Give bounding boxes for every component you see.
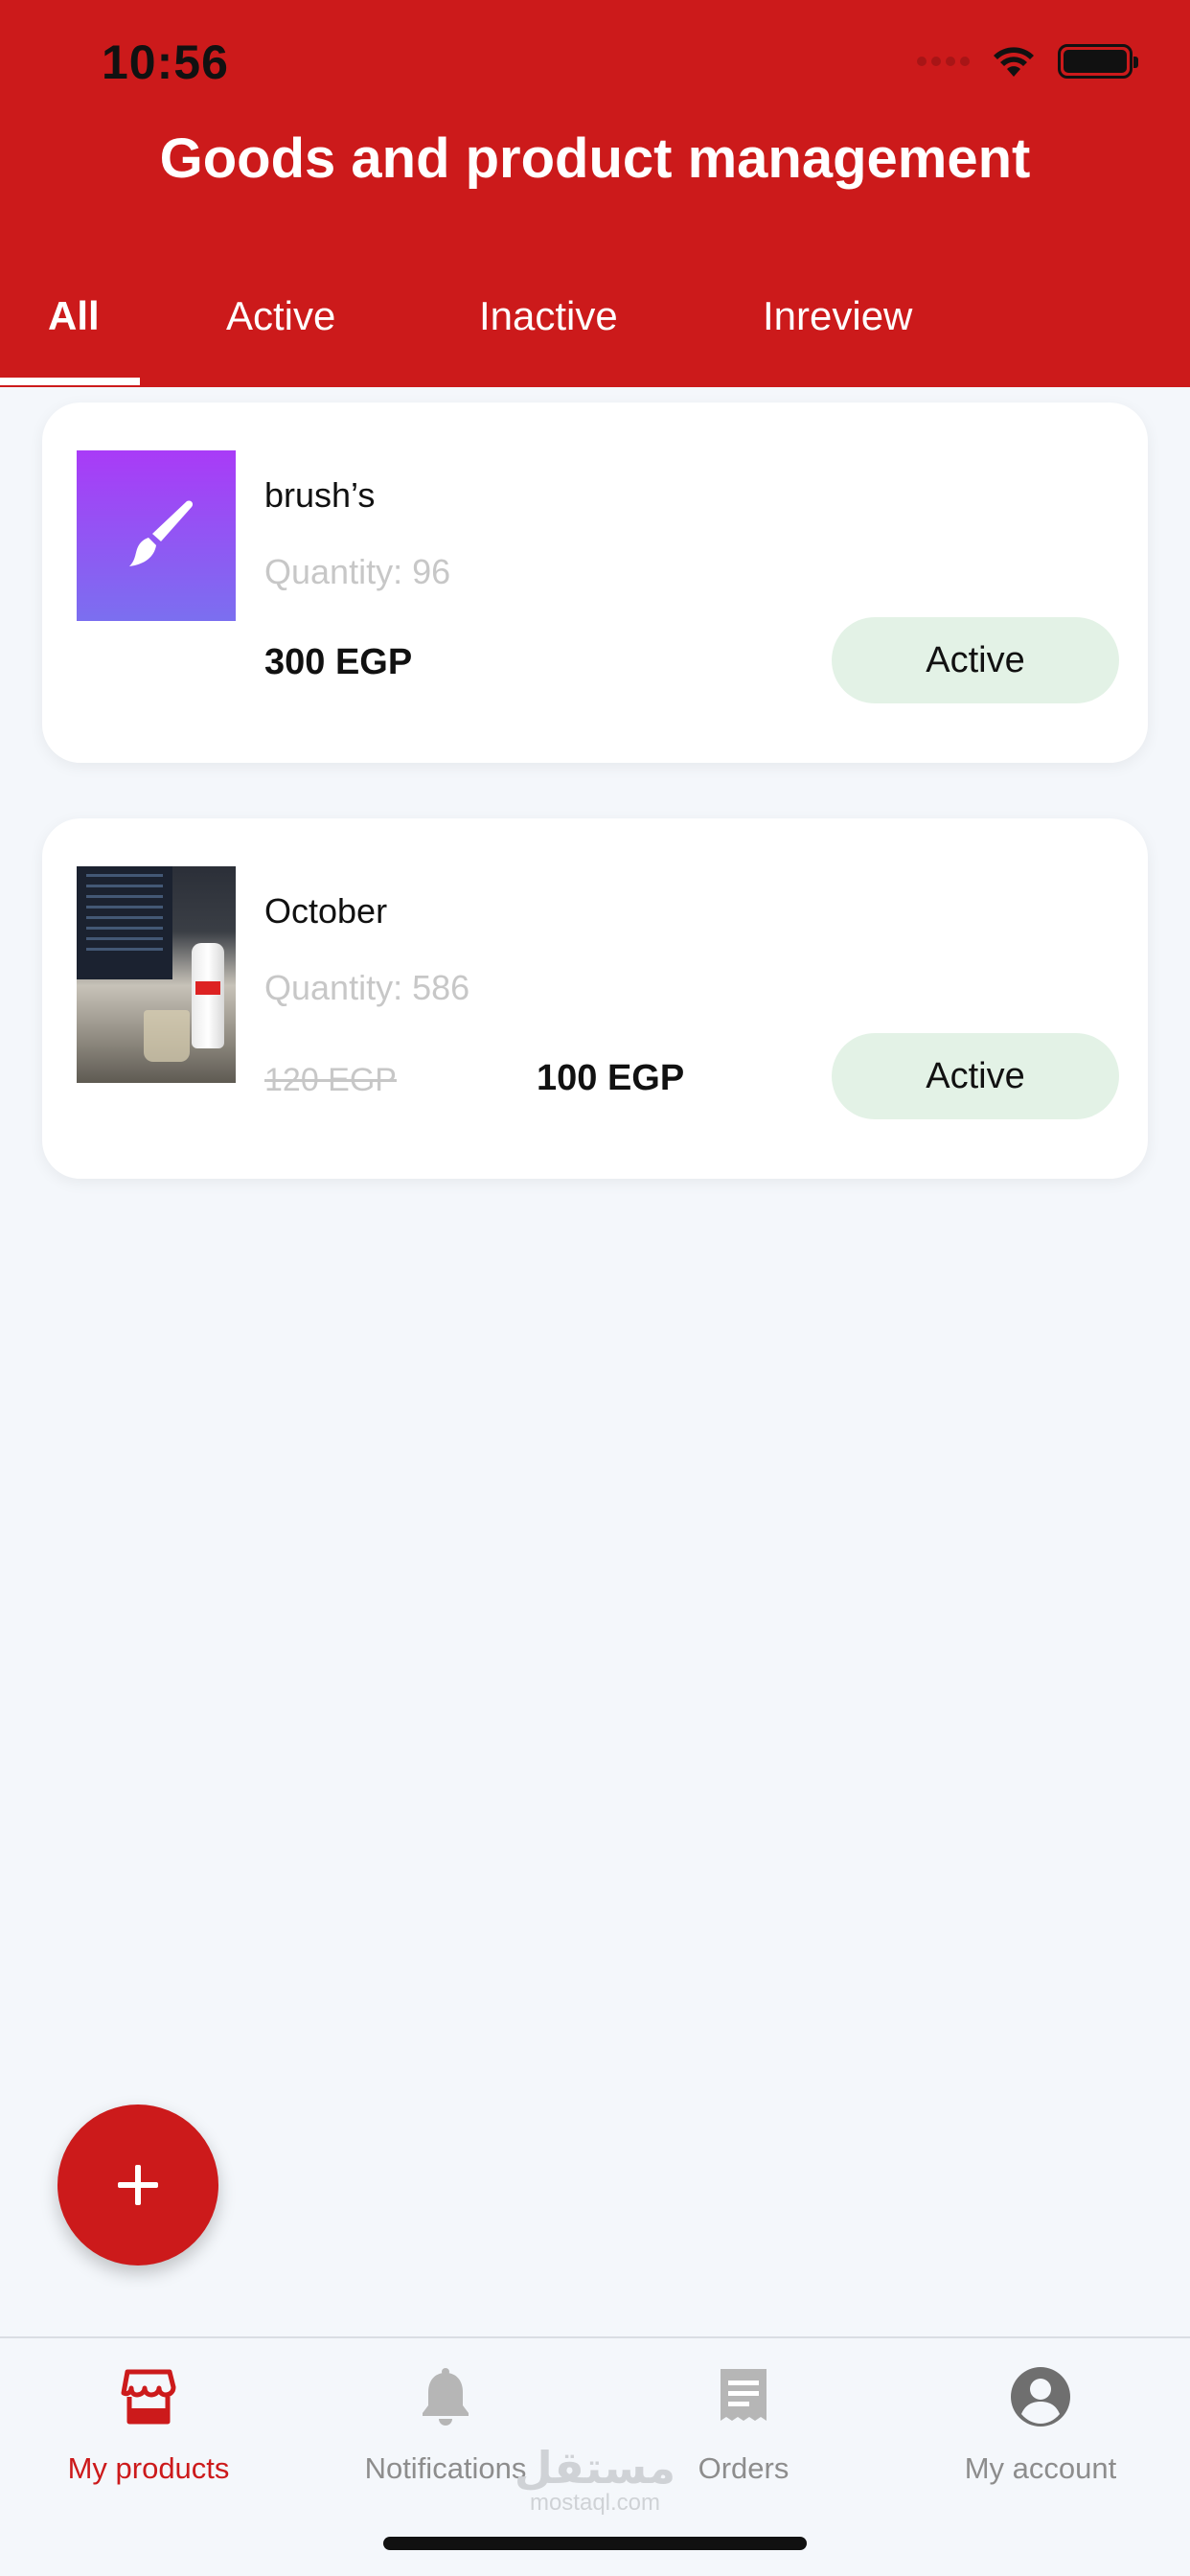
status-badge[interactable]: Active [832,617,1119,703]
paintbrush-icon [129,500,194,566]
product-quantity: Quantity: 586 [264,968,470,1007]
home-indicator[interactable] [383,2537,807,2550]
store-icon [121,2369,176,2425]
app-header: 10:56 Goods and product management All A… [0,0,1190,387]
battery-icon [1058,44,1138,79]
product-price: 300 EGP [264,642,413,682]
status-icons [917,44,1138,79]
tab-all[interactable]: All [48,293,100,339]
product-price: 100 EGP [537,1058,685,1098]
watermark-arabic: مستقل [514,2443,676,2493]
tab-inreview[interactable]: Inreview [763,293,912,339]
product-thumbnail [77,450,236,621]
product-name: brush’s [264,475,376,515]
product-card[interactable]: brush’s Quantity: 96 300 EGP Active [42,402,1148,763]
add-product-button[interactable] [57,2104,218,2266]
watermark-latin: mostaql.com [529,2490,661,2516]
cellular-signal-icon [917,57,970,66]
status-time: 10:56 [102,35,229,89]
status-tabs: All Active Inactive Inreview [0,288,1190,387]
product-name: October [264,891,388,931]
account-icon [1011,2367,1070,2426]
product-old-price: 120 EGP [264,1062,397,1098]
tab-active[interactable]: Active [226,293,335,339]
page-title: Goods and product management [159,127,1031,190]
product-quantity: Quantity: 96 [264,552,451,591]
bell-icon [423,2368,469,2426]
tab-inactive[interactable]: Inactive [479,293,618,339]
plus-icon [118,2165,158,2205]
watermark: مستقل mostaql.com [0,2446,1190,2517]
product-card[interactable]: October Quantity: 586 120 EGP 100 EGP Ac… [42,818,1148,1179]
receipt-icon [721,2369,767,2421]
status-badge[interactable]: Active [832,1033,1119,1119]
product-thumbnail [77,866,236,1083]
wifi-icon [994,47,1034,77]
selected-tab-indicator [0,378,140,385]
